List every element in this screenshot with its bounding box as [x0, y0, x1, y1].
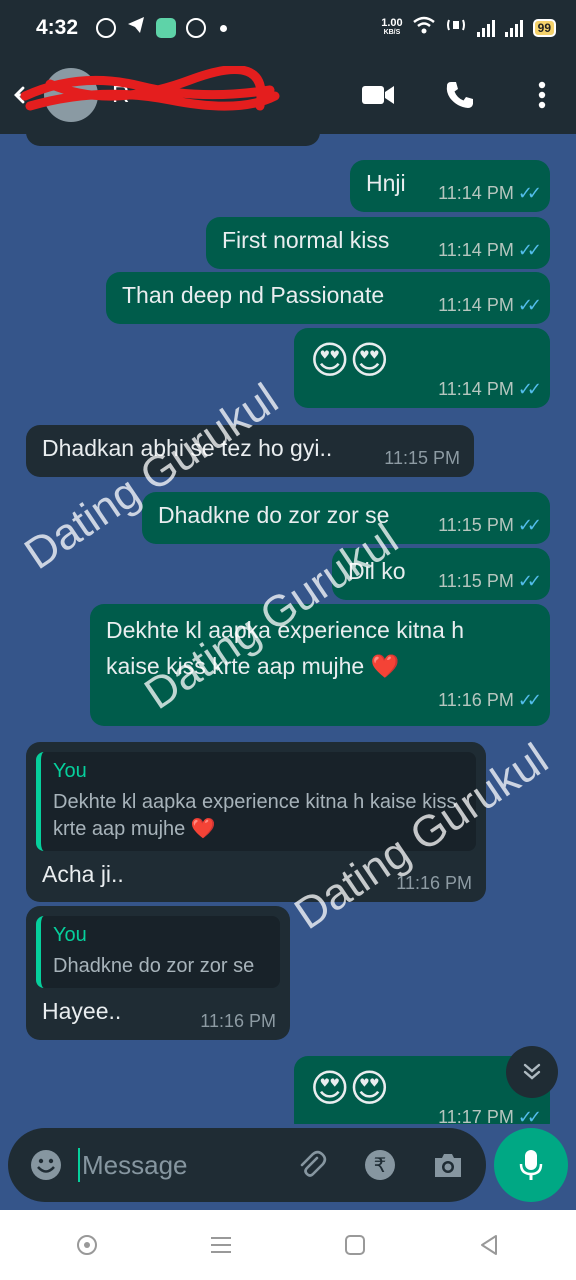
app-notification-icon: [156, 18, 177, 38]
message-meta: 11:15 PM ✓✓: [438, 515, 542, 536]
message-time: 11:15 PM: [438, 515, 514, 535]
read-ticks-icon: ✓✓: [517, 295, 542, 315]
message-outgoing[interactable]: Hnji 11:14 PM ✓✓: [350, 160, 550, 212]
message-time: 11:16 PM: [200, 1011, 276, 1031]
svg-text:₹: ₹: [374, 1153, 387, 1177]
network-speed: 1.00 KB/S: [381, 17, 403, 37]
chat-messages[interactable]: Hnji 11:14 PM ✓✓ First normal kiss 11:14 …: [0, 134, 576, 1124]
message-meta: 11:16 PM: [200, 1011, 276, 1032]
message-text: First normal kiss: [222, 227, 390, 253]
quote-author: You: [53, 924, 87, 946]
quoted-message[interactable]: You Dekhte kl aapka experience kitna h k…: [36, 752, 476, 851]
read-ticks-icon: ✓✓: [517, 379, 542, 399]
read-ticks-icon: ✓✓: [517, 1107, 542, 1124]
message-incoming-reply[interactable]: You Dekhte kl aapka experience kitna h k…: [26, 742, 486, 902]
read-ticks-icon: ✓✓: [517, 240, 542, 260]
signal-2-icon: [504, 19, 523, 37]
message-outgoing[interactable]: Dhadkne do zor zor se 11:15 PM ✓✓: [142, 492, 550, 544]
message-outgoing-emoji[interactable]: 😍😍 11:14 PM ✓✓: [294, 328, 550, 408]
quoted-message[interactable]: You Dhadkne do zor zor se: [36, 916, 280, 988]
quote-text: Dekhte kl aapka experience kitna h kaise…: [53, 791, 457, 840]
message-time: 11:15 PM: [438, 571, 514, 591]
message-time: 11:14 PM: [438, 295, 514, 315]
voice-message-button[interactable]: [494, 1128, 568, 1202]
message-text: Dhadkan abhi se tez ho gyi..: [42, 435, 333, 461]
message-text: Hayee..: [42, 998, 122, 1024]
message-text: Hnji: [366, 170, 406, 196]
message-meta: 11:15 PM: [384, 448, 460, 469]
message-text: Dhadkne do zor zor se: [158, 502, 390, 528]
attach-icon[interactable]: [292, 1145, 332, 1185]
read-ticks-icon: ✓✓: [517, 515, 542, 535]
message-time: 11:14 PM: [438, 379, 514, 399]
message-meta: 11:14 PM ✓✓: [438, 295, 542, 316]
home-nav-icon[interactable]: [340, 1230, 370, 1260]
message-text: Dekhte kl aapka experience kitna h kaise…: [106, 617, 464, 679]
more-notifications-icon: [220, 24, 228, 32]
message-time: 11:17 PM: [438, 1107, 514, 1124]
battery-icon: 99: [532, 19, 556, 37]
whatsapp-notification-icon: [96, 18, 117, 38]
b-notification-icon: [186, 18, 207, 38]
scroll-to-bottom-button[interactable]: [506, 1046, 558, 1098]
quote-author: You: [53, 760, 87, 782]
quote-text: Dhadkne do zor zor se: [53, 955, 255, 977]
back-nav-icon[interactable]: [474, 1230, 504, 1260]
system-navigation-bar: [0, 1210, 576, 1280]
network-speed-unit: KB/S: [383, 29, 401, 36]
message-text: Acha ji..: [42, 861, 124, 887]
message-emoji: 😍😍: [310, 1068, 390, 1110]
volte-icon: [445, 16, 467, 40]
wifi-icon: [412, 16, 435, 40]
mic-icon: [519, 1150, 543, 1180]
status-time: 4:32: [36, 16, 79, 39]
message-meta: 11:17 PM ✓✓: [438, 1107, 542, 1124]
network-speed-value: 1.00: [381, 17, 403, 29]
message-incoming[interactable]: Dhadkan abhi se tez ho gyi.. 11:15 PM: [26, 425, 474, 477]
message-meta: 11:14 PM ✓✓: [438, 240, 542, 261]
message-outgoing[interactable]: Dil ko 11:15 PM ✓✓: [332, 548, 550, 600]
rupee-payment-icon[interactable]: ₹: [360, 1145, 400, 1185]
telegram-notification-icon: [126, 15, 146, 41]
message-composer: ₹: [8, 1128, 486, 1202]
double-chevron-down-icon: [523, 1063, 541, 1080]
read-ticks-icon: ✓✓: [517, 690, 542, 710]
more-vert-icon[interactable]: [524, 77, 560, 113]
message-emoji: 😍😍: [310, 340, 390, 382]
message-meta: 11:16 PM ✓✓: [438, 682, 542, 718]
message-time: 11:14 PM: [438, 240, 514, 260]
signal-1-icon: [476, 19, 495, 37]
message-time: 11:16 PM: [438, 690, 514, 710]
message-time: 11:14 PM: [438, 183, 514, 203]
notification-icons: [96, 15, 228, 41]
message-incoming-reply[interactable]: You Dhadkne do zor zor se Hayee.. 11:16 …: [26, 906, 290, 1040]
emoji-icon[interactable]: [26, 1145, 66, 1185]
message-meta: 11:15 PM ✓✓: [438, 571, 542, 592]
status-bar: 4:32 1.00 KB/S 99: [0, 0, 576, 56]
message-outgoing[interactable]: Than deep nd Passionate 11:14 PM ✓✓: [106, 272, 550, 324]
message-clipped[interactable]: [26, 134, 320, 146]
voice-call-icon[interactable]: [442, 77, 478, 113]
video-call-icon[interactable]: [360, 77, 396, 113]
message-meta: 11:14 PM ✓✓: [438, 379, 542, 400]
name-redaction-scribble: [20, 66, 280, 111]
message-meta: 11:14 PM ✓✓: [438, 183, 542, 204]
assistant-nav-icon[interactable]: [72, 1230, 102, 1260]
camera-icon[interactable]: [428, 1145, 468, 1185]
message-meta: 11:16 PM: [396, 873, 472, 894]
message-text: Dil ko: [348, 558, 406, 584]
message-text: Than deep nd Passionate: [122, 282, 385, 308]
message-time: 11:15 PM: [384, 448, 460, 468]
recents-nav-icon[interactable]: [206, 1230, 236, 1260]
message-outgoing[interactable]: Dekhte kl aapka experience kitna h kaise…: [90, 604, 550, 726]
read-ticks-icon: ✓✓: [517, 183, 542, 203]
text-caret: [78, 1148, 80, 1182]
message-time: 11:16 PM: [396, 873, 472, 893]
message-input[interactable]: [82, 1149, 282, 1181]
message-outgoing[interactable]: First normal kiss 11:14 PM ✓✓: [206, 217, 550, 269]
read-ticks-icon: ✓✓: [517, 571, 542, 591]
